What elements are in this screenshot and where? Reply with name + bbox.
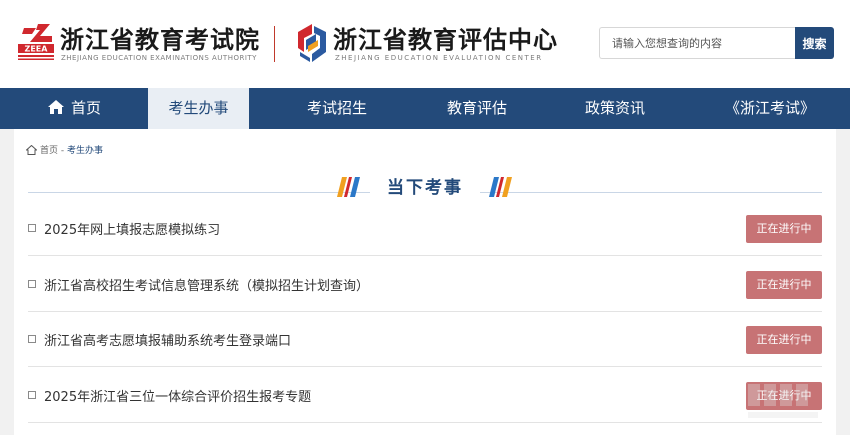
brand2-title[interactable]: 浙江省教育评估中心 xyxy=(333,20,558,55)
brand1-title[interactable]: 浙江省教育考试院 xyxy=(60,20,260,55)
brand1-subtitle: ZHEJIANG EDUCATION EXAMINATIONS AUTHORIT… xyxy=(61,54,257,62)
home-icon xyxy=(47,100,64,114)
nav-item-candidate-services[interactable]: 考生办事 xyxy=(148,88,249,129)
bullet-icon xyxy=(28,391,36,399)
status-badge[interactable]: 正在进行中 xyxy=(746,271,822,299)
nav-label-zhejiang-exam: 《浙江考试》 xyxy=(724,99,815,117)
nav-label-education-evaluation: 教育评估 xyxy=(446,99,507,117)
brand-divider xyxy=(274,26,275,62)
item-title[interactable]: 浙江省高考志愿填报辅助系统考生登录端口 xyxy=(44,330,291,349)
breadcrumb-separator: - xyxy=(60,146,65,156)
logo-text: ZEEA xyxy=(25,45,49,54)
breadcrumb-home[interactable]: 首页 xyxy=(40,146,58,156)
search-button[interactable]: 搜索 xyxy=(795,27,834,59)
list-item[interactable]: 2025年网上填报志愿模拟练习 正在进行中 xyxy=(28,201,822,256)
breadcrumb-current: 考生办事 xyxy=(67,146,104,156)
list-item[interactable]: 2025年浙江省三位一体综合评价招生报考专题 正在进行中 xyxy=(28,368,822,423)
section-decoration-left-icon xyxy=(337,177,360,197)
status-badge[interactable]: 正在进行中 xyxy=(746,326,822,354)
bullet-icon xyxy=(28,224,36,232)
nav-item-home[interactable]: 首页 xyxy=(0,88,148,129)
nav-item-policy-news[interactable]: 政策资讯 xyxy=(560,88,670,129)
nav-label-exam-enrollment: 考试招生 xyxy=(306,99,367,117)
evaluation-center-logo[interactable] xyxy=(294,24,330,62)
nav-item-zhejiang-exam[interactable]: 《浙江考试》 xyxy=(700,88,840,129)
list-item[interactable]: 浙江省高考志愿填报辅助系统考生登录端口 正在进行中 xyxy=(28,312,822,367)
nav-item-exam-enrollment[interactable]: 考试招生 xyxy=(282,88,392,129)
item-title[interactable]: 2025年网上填报志愿模拟练习 xyxy=(44,219,220,238)
site-header: ZEEA 浙江省教育考试院 ZHEJIANG EDUCATION EXAMINA… xyxy=(0,0,850,88)
brand2-subtitle: ZHEJIANG EDUCATION EVALUATION CENTER xyxy=(335,54,543,62)
main-nav: 首页 考生办事 考试招生 教育评估 政策资讯 《浙江考试》 xyxy=(0,88,850,129)
list-item[interactable]: 浙江省高校招生考试信息管理系统（模拟招生计划查询） 正在进行中 xyxy=(28,257,822,312)
item-title[interactable]: 2025年浙江省三位一体综合评价招生报考专题 xyxy=(44,386,311,405)
watermark-logo xyxy=(748,384,818,418)
section-decoration-right-icon xyxy=(489,177,512,197)
bullet-icon xyxy=(28,280,36,288)
nav-label-home: 首页 xyxy=(70,99,101,117)
nav-item-education-evaluation[interactable]: 教育评估 xyxy=(422,88,532,129)
zeea-logo[interactable]: ZEEA xyxy=(16,22,56,62)
home-icon[interactable] xyxy=(26,144,37,155)
search-input[interactable] xyxy=(599,27,796,59)
section-title: 当下考事 xyxy=(370,173,480,198)
item-title[interactable]: 浙江省高校招生考试信息管理系统（模拟招生计划查询） xyxy=(44,275,369,294)
status-badge[interactable]: 正在进行中 xyxy=(746,215,822,243)
nav-label-policy-news: 政策资讯 xyxy=(584,99,645,117)
nav-label-candidate-services: 考生办事 xyxy=(168,99,229,117)
breadcrumb: 首页 - 考生办事 xyxy=(26,143,103,156)
bullet-icon xyxy=(28,335,36,343)
